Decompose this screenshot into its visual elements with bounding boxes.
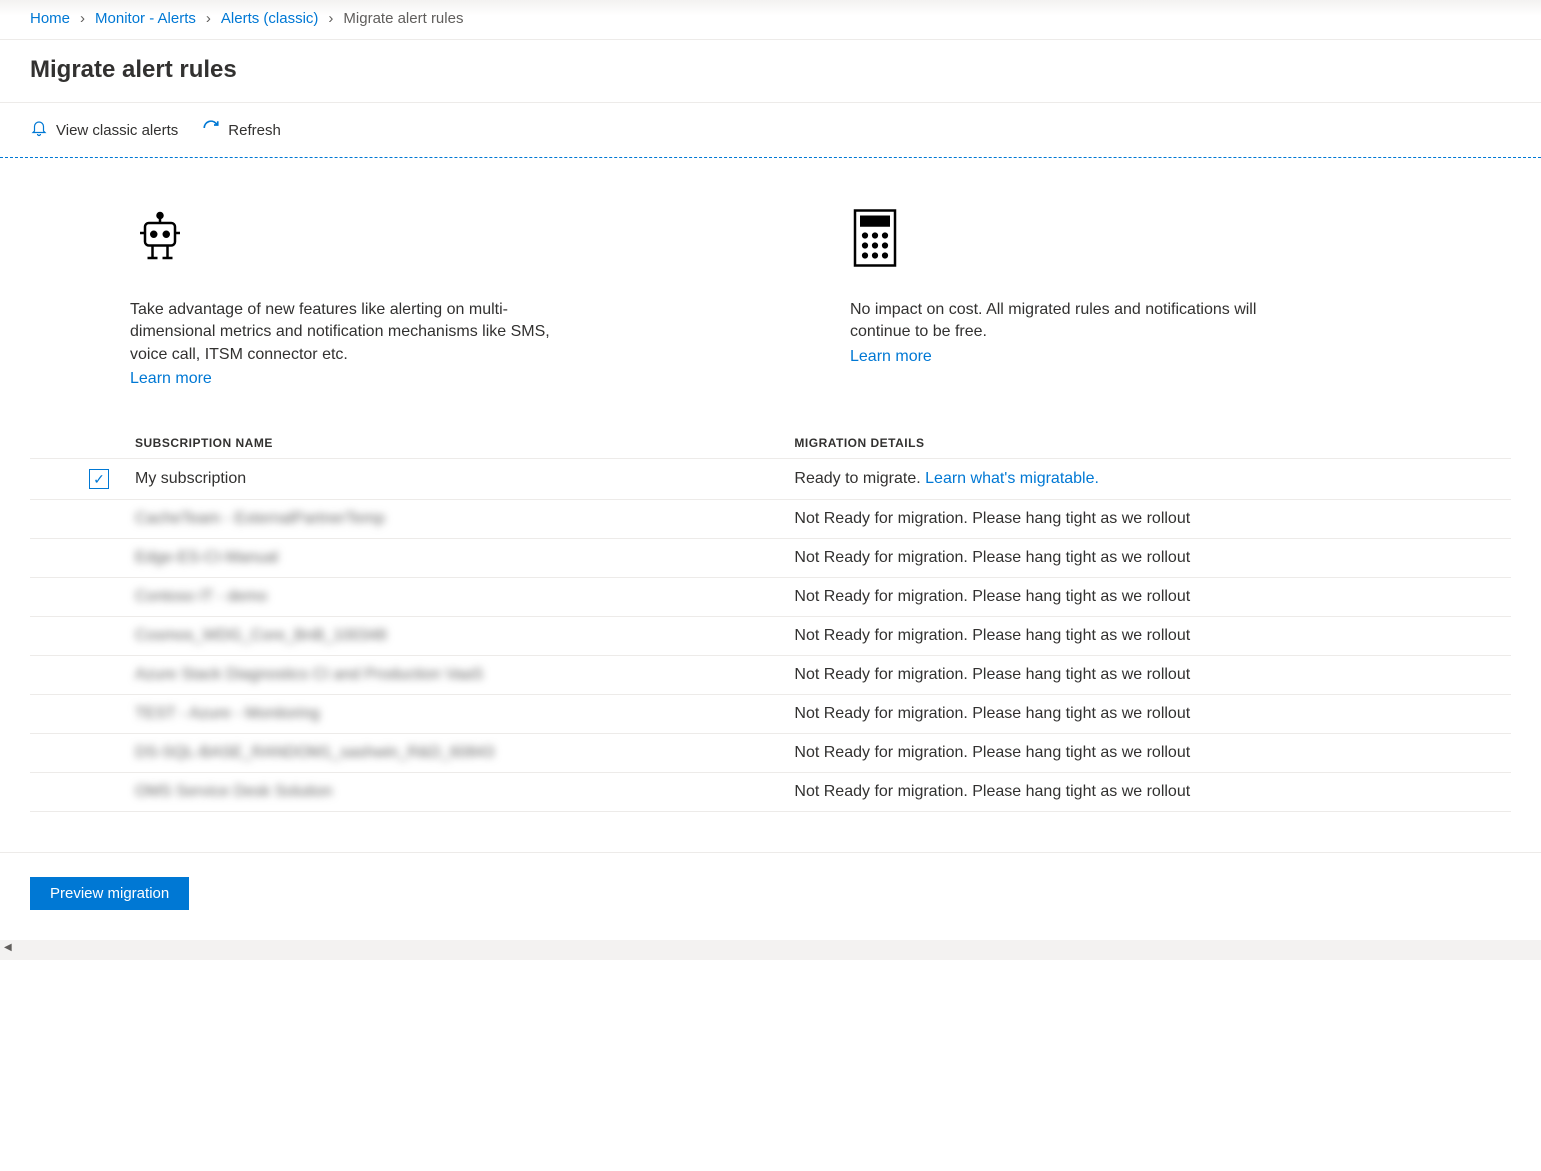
refresh-button[interactable]: Refresh xyxy=(202,115,281,145)
subscription-name: DS-SQL-BASE_RANDOM1_sashwin_R&D_60843 xyxy=(130,734,784,773)
row-checkbox-cell xyxy=(30,734,130,773)
caret-left-icon[interactable]: ◀ xyxy=(4,942,12,953)
subscription-name: TEST - Azure - Monitoring xyxy=(130,695,784,734)
subscription-name: Edge-ES-CI-Manual xyxy=(130,539,784,578)
row-checkbox-cell xyxy=(30,539,130,578)
page-title: Migrate alert rules xyxy=(0,40,1541,103)
calculator-icon xyxy=(850,208,1270,271)
chevron-right-icon: › xyxy=(80,10,85,27)
table-row[interactable]: Contoso IT - demoNot Ready for migration… xyxy=(30,578,1511,617)
migration-details: Not Ready for migration. Please hang tig… xyxy=(784,617,1511,656)
subscription-name: Azure Stack Diagnostics CI and Productio… xyxy=(130,656,784,695)
command-bar: View classic alerts Refresh xyxy=(0,103,1541,158)
table-row[interactable]: Edge-ES-CI-ManualNot Ready for migration… xyxy=(30,539,1511,578)
info-cost-text: No impact on cost. All migrated rules an… xyxy=(850,299,1270,344)
table-row[interactable]: DS-SQL-BASE_RANDOM1_sashwin_R&D_60843Not… xyxy=(30,734,1511,773)
breadcrumb-current: Migrate alert rules xyxy=(343,10,463,27)
info-card-features: Take advantage of new features like aler… xyxy=(130,208,550,388)
chevron-right-icon: › xyxy=(328,10,333,27)
migration-details: Not Ready for migration. Please hang tig… xyxy=(784,734,1511,773)
breadcrumb-home[interactable]: Home xyxy=(30,10,70,27)
table-row[interactable]: Cosmos_WDG_Core_BnB_100348Not Ready for … xyxy=(30,617,1511,656)
subscriptions-table: SUBSCRIPTION NAME MIGRATION DETAILS ✓ My … xyxy=(30,428,1511,812)
row-checkbox-cell: ✓ xyxy=(30,459,130,500)
footer-strip: ◀ xyxy=(0,940,1541,960)
subscription-name: Cosmos_WDG_Core_BnB_100348 xyxy=(130,617,784,656)
breadcrumb: Home › Monitor - Alerts › Alerts (classi… xyxy=(0,0,1541,40)
row-checkbox-cell xyxy=(30,500,130,539)
table-row[interactable]: ✓My subscriptionReady to migrate. Learn … xyxy=(30,459,1511,500)
migration-details: Not Ready for migration. Please hang tig… xyxy=(784,656,1511,695)
checkbox-checked-icon[interactable]: ✓ xyxy=(89,469,109,489)
row-checkbox-cell xyxy=(30,617,130,656)
breadcrumb-classic[interactable]: Alerts (classic) xyxy=(221,10,319,27)
ready-text: Ready to migrate. xyxy=(794,470,925,487)
subscription-name: My subscription xyxy=(130,459,784,500)
subscription-name: OMS Service Desk Solution xyxy=(130,773,784,812)
table-row[interactable]: OMS Service Desk SolutionNot Ready for m… xyxy=(30,773,1511,812)
migration-details: Not Ready for migration. Please hang tig… xyxy=(784,773,1511,812)
row-checkbox-cell xyxy=(30,578,130,617)
migration-details: Not Ready for migration. Please hang tig… xyxy=(784,578,1511,617)
chevron-right-icon: › xyxy=(206,10,211,27)
info-features-link[interactable]: Learn more xyxy=(130,370,212,387)
robot-icon xyxy=(130,208,550,271)
command-label: Refresh xyxy=(228,122,281,139)
info-cards: Take advantage of new features like aler… xyxy=(30,158,1511,428)
col-header-subscription[interactable]: SUBSCRIPTION NAME xyxy=(130,428,784,459)
row-checkbox-cell xyxy=(30,773,130,812)
table-row[interactable]: Azure Stack Diagnostics CI and Productio… xyxy=(30,656,1511,695)
row-checkbox-cell xyxy=(30,695,130,734)
subscriptions-table-wrap: SUBSCRIPTION NAME MIGRATION DETAILS ✓ My … xyxy=(30,428,1511,852)
breadcrumb-monitor[interactable]: Monitor - Alerts xyxy=(95,10,196,27)
table-row[interactable]: TEST - Azure - MonitoringNot Ready for m… xyxy=(30,695,1511,734)
subscription-name: CacheTeam - ExternalPartnerTemp xyxy=(130,500,784,539)
col-header-details[interactable]: MIGRATION DETAILS xyxy=(784,428,1511,459)
row-checkbox-cell xyxy=(30,656,130,695)
subscription-name: Contoso IT - demo xyxy=(130,578,784,617)
migration-details: Not Ready for migration. Please hang tig… xyxy=(784,695,1511,734)
migration-details: Not Ready for migration. Please hang tig… xyxy=(784,500,1511,539)
command-label: View classic alerts xyxy=(56,122,178,139)
bottom-bar: Preview migration xyxy=(0,852,1541,940)
table-row[interactable]: CacheTeam - ExternalPartnerTempNot Ready… xyxy=(30,500,1511,539)
view-classic-alerts-button[interactable]: View classic alerts xyxy=(30,115,178,145)
info-features-text: Take advantage of new features like aler… xyxy=(130,299,550,366)
info-cost-link[interactable]: Learn more xyxy=(850,348,932,365)
migration-details: Not Ready for migration. Please hang tig… xyxy=(784,539,1511,578)
migration-details: Ready to migrate. Learn what's migratabl… xyxy=(784,459,1511,500)
preview-migration-button[interactable]: Preview migration xyxy=(30,877,189,910)
refresh-icon xyxy=(202,119,220,141)
bell-icon xyxy=(30,119,48,141)
learn-migratable-link[interactable]: Learn what's migratable. xyxy=(925,470,1099,487)
col-header-check xyxy=(30,428,130,459)
info-card-cost: No impact on cost. All migrated rules an… xyxy=(850,208,1270,388)
